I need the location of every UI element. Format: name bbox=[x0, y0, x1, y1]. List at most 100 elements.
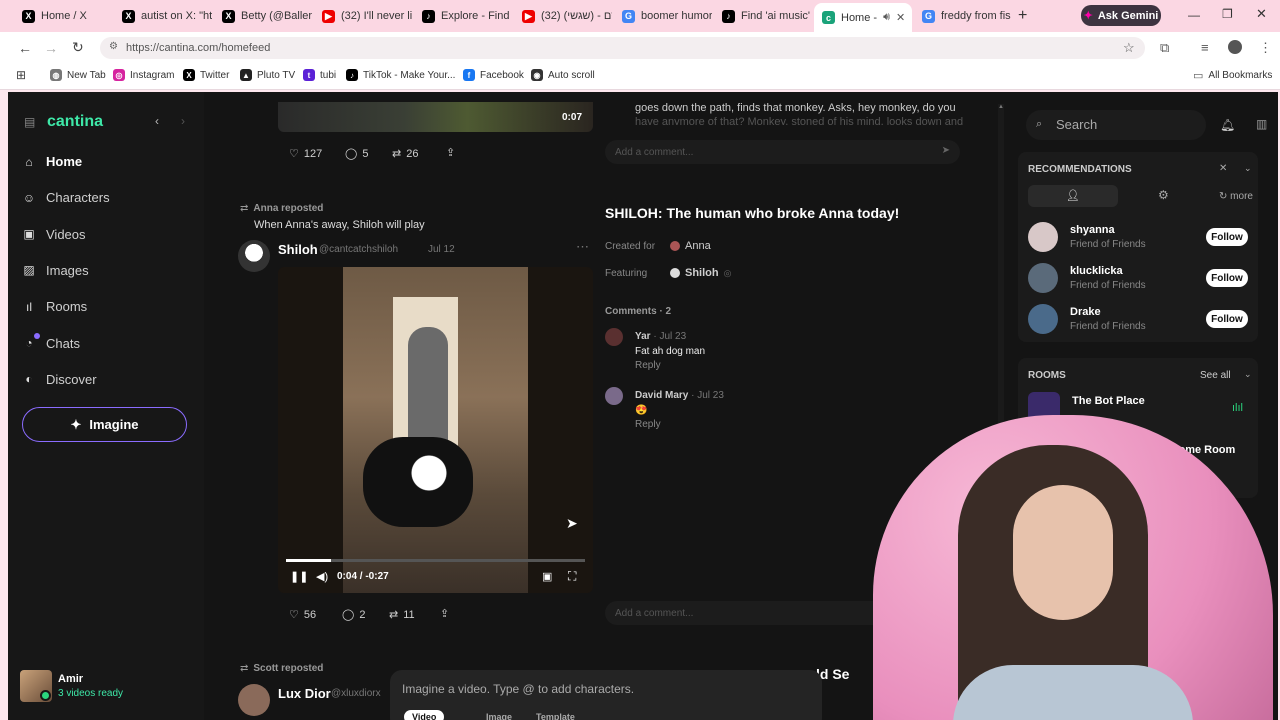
browser-tab[interactable]: ♪ Explore - Find y bbox=[414, 4, 512, 28]
all-bookmarks[interactable]: ▭ All Bookmarks bbox=[1193, 69, 1272, 82]
url-field[interactable]: ⚙ https://cantina.com/homefeed bbox=[100, 37, 1145, 59]
search-input[interactable]: ⌕ Search bbox=[1026, 110, 1206, 140]
volume-icon[interactable]: ◀) bbox=[316, 570, 328, 583]
pause-icon[interactable]: ❚❚ bbox=[290, 570, 308, 583]
panel-icon[interactable]: ▥ bbox=[1256, 117, 1267, 131]
progress-track[interactable] bbox=[286, 559, 585, 562]
profile-icon[interactable] bbox=[1228, 40, 1242, 54]
author-handle[interactable]: @xluxdiorx bbox=[331, 688, 381, 699]
bookmark-item[interactable]: ◎ Instagram bbox=[113, 69, 174, 81]
sidebar-item-characters[interactable]: ☺ Characters bbox=[22, 190, 110, 205]
more-button[interactable]: ↻ more bbox=[1219, 191, 1253, 202]
close-tab-icon[interactable]: ✕ bbox=[896, 11, 905, 24]
fullscreen-icon[interactable]: ⛶ bbox=[568, 569, 576, 584]
comment-button[interactable]: ◯ 2 bbox=[342, 608, 365, 622]
follow-button[interactable]: Follow bbox=[1206, 269, 1248, 287]
author-avatar[interactable] bbox=[238, 684, 270, 716]
close-icon[interactable]: ✕ bbox=[1219, 163, 1227, 174]
avatar[interactable] bbox=[605, 387, 623, 405]
browser-tab[interactable]: c Home - 🔊︎ ✕ bbox=[814, 3, 912, 32]
comment-button[interactable]: ◯ 5 bbox=[345, 147, 368, 161]
sidebar-item-chats[interactable]: ◔ Chats bbox=[22, 336, 80, 351]
pip-icon[interactable]: ▣ bbox=[542, 570, 552, 583]
follow-button[interactable]: Follow bbox=[1206, 310, 1248, 328]
comment-author[interactable]: David Mary bbox=[635, 390, 688, 401]
browser-tab[interactable]: ▶ (32) I'll never lie bbox=[314, 4, 412, 28]
comment-author[interactable]: Yar bbox=[635, 331, 651, 342]
close-window-button[interactable]: ✕ bbox=[1256, 6, 1267, 22]
sidebar-item-home[interactable]: ⌂ Home bbox=[22, 154, 82, 169]
like-button[interactable]: ♡ 127 bbox=[289, 147, 322, 161]
author-avatar[interactable] bbox=[238, 240, 270, 272]
forward-icon[interactable]: → bbox=[44, 40, 58, 56]
featuring-chip[interactable]: Shiloh ◎ bbox=[670, 267, 731, 279]
video-thumbnail[interactable] bbox=[278, 102, 593, 132]
tab-bots[interactable]: ⚙ bbox=[1158, 188, 1169, 202]
brand-logo[interactable]: cantina bbox=[47, 113, 103, 131]
apps-icon[interactable]: ⊞ bbox=[16, 68, 26, 82]
browser-tab[interactable]: ▶סם - (שגשי) (32) bbox=[514, 4, 612, 28]
author-name[interactable]: Lux Dior bbox=[278, 686, 331, 701]
repost-button[interactable]: ⇄ 26 bbox=[392, 147, 418, 161]
follow-button[interactable]: Follow bbox=[1206, 228, 1248, 246]
expand-icon[interactable]: › bbox=[181, 114, 185, 128]
bookmark-star-icon[interactable]: ☆ bbox=[1123, 40, 1135, 56]
minimize-button[interactable]: — bbox=[1188, 8, 1200, 22]
video-player[interactable]: ❚❚ ◀) 0:04 / -0:27 ▣ ⛶ bbox=[278, 267, 593, 593]
reload-icon[interactable]: ↻ bbox=[72, 39, 84, 56]
maximize-button[interactable]: ❐ bbox=[1222, 7, 1233, 21]
bookmark-item[interactable]: ♪ TikTok - Make Your... bbox=[346, 69, 455, 81]
mode-image[interactable]: Image bbox=[486, 712, 512, 720]
share-button[interactable]: ⇪ bbox=[440, 607, 449, 620]
repost-button[interactable]: ⇄ 11 bbox=[389, 608, 415, 622]
browser-tab[interactable]: Gboomer humor bbox=[614, 4, 712, 28]
browser-tab[interactable]: X Home / X bbox=[14, 4, 112, 28]
created-for-chip[interactable]: Anna bbox=[670, 240, 711, 252]
bookmark-item[interactable]: ◍ New Tab bbox=[50, 69, 106, 81]
avatar[interactable] bbox=[1028, 304, 1058, 334]
share-button[interactable]: ⇪ bbox=[446, 146, 455, 159]
new-tab-button[interactable]: + bbox=[1018, 7, 1027, 25]
sidebar-item-rooms[interactable]: ıl Rooms bbox=[22, 299, 87, 314]
chevron-down-icon[interactable]: ⌄ bbox=[1244, 163, 1252, 174]
bookmark-item[interactable]: ◉ Auto scroll bbox=[531, 69, 595, 81]
bookmark-item[interactable]: t tubi bbox=[303, 69, 336, 81]
comment-input[interactable]: Add a comment... ➤ bbox=[605, 140, 960, 164]
mode-video[interactable]: Video bbox=[404, 710, 445, 720]
reply-link[interactable]: Reply bbox=[635, 419, 661, 430]
media-icon[interactable]: ≡ bbox=[1201, 40, 1209, 55]
sidebar-item-videos[interactable]: ▣ Videos bbox=[22, 227, 85, 242]
scroll-up-icon[interactable]: ▲ bbox=[998, 104, 1004, 110]
send-icon[interactable]: ➤ bbox=[942, 145, 950, 156]
back-icon[interactable]: ← bbox=[18, 40, 32, 56]
bookmark-item[interactable]: f Facebook bbox=[463, 69, 524, 81]
browser-tab[interactable]: ♪ Find 'ai music' o bbox=[714, 4, 812, 28]
extensions-icon[interactable]: ⧉ bbox=[1160, 40, 1169, 56]
author-handle[interactable]: @cantcatchshiloh bbox=[319, 244, 398, 255]
browser-tab[interactable]: Gfreddy from fis bbox=[914, 4, 1012, 28]
browser-tab[interactable]: Xautist on X: "htt bbox=[114, 4, 212, 28]
bookmark-item[interactable]: ▲ Pluto TV bbox=[240, 69, 295, 81]
audio-icon[interactable]: 🔊︎ bbox=[883, 11, 890, 24]
sidebar-item-images[interactable]: ▨ Images bbox=[22, 263, 88, 278]
rec-name[interactable]: klucklicka bbox=[1070, 265, 1123, 277]
composer-input[interactable]: Imagine a video. Type @ to add character… bbox=[402, 682, 634, 696]
rec-name[interactable]: shyanna bbox=[1070, 224, 1115, 236]
tab-people[interactable]: 👤︎ bbox=[1028, 185, 1118, 207]
sidebar-item-discover[interactable]: ◐ Discover bbox=[22, 372, 96, 387]
imagine-button[interactable]: ✦ Imagine bbox=[22, 407, 187, 442]
ask-gemini-button[interactable]: ✦ Ask Gemini bbox=[1081, 5, 1161, 26]
see-all-link[interactable]: See all bbox=[1200, 370, 1231, 381]
author-name[interactable]: Shiloh bbox=[278, 242, 318, 257]
avatar[interactable] bbox=[1028, 222, 1058, 252]
menu-icon[interactable]: ⋮ bbox=[1259, 40, 1272, 56]
more-options-icon[interactable]: ⋯ bbox=[576, 239, 589, 255]
bell-icon[interactable]: 🔔︎ bbox=[1220, 118, 1235, 132]
collapse-icon[interactable]: ‹ bbox=[155, 114, 159, 128]
like-button[interactable]: ♡ 56 bbox=[289, 608, 316, 622]
browser-tab[interactable]: X Betty (@Balleri bbox=[214, 4, 312, 28]
sidebar-toggle-icon[interactable]: ▤ bbox=[24, 115, 35, 129]
reply-link[interactable]: Reply bbox=[635, 360, 661, 371]
bookmark-item[interactable]: X Twitter bbox=[183, 69, 229, 81]
chevron-down-icon[interactable]: ⌄ bbox=[1244, 369, 1252, 380]
